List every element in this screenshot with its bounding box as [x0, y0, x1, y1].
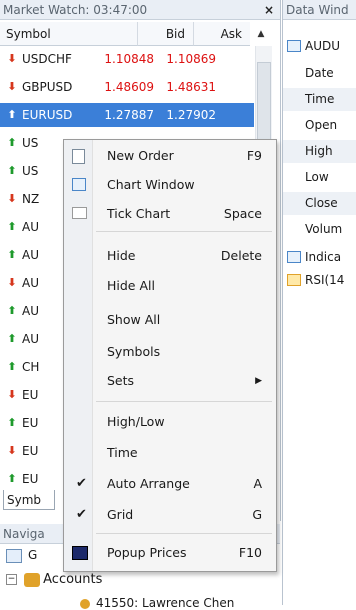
navigator-accounts[interactable]: − Accounts [6, 572, 102, 587]
menu-item-hide[interactable]: Hide Delete [64, 244, 276, 268]
row-symbol: US [22, 136, 39, 150]
menu-item-show-all[interactable]: Show All [64, 308, 276, 332]
data-window-row: Open [305, 118, 338, 132]
row-symbol: AU [22, 248, 39, 262]
indicator-icon [287, 274, 301, 286]
submenu-arrow-icon: ▶ [255, 376, 262, 386]
menu-item-hide-all[interactable]: Hide All [64, 274, 276, 298]
row-symbol: EU [22, 472, 39, 486]
account-item[interactable]: 41550: Lawrence Chen [80, 596, 234, 610]
menu-item-sets[interactable]: Sets ▶ [64, 369, 276, 393]
checkmark-icon: ✔ [76, 476, 87, 491]
menu-item-symbols[interactable]: Symbols [64, 340, 276, 364]
data-window-title: Data Wind [283, 0, 356, 20]
arrow-down-icon: ⬇ [7, 444, 17, 457]
arrow-up-icon: ⬆ [7, 248, 17, 261]
arrow-down-icon: ⬇ [7, 52, 17, 65]
row-ask: 1.48631 [166, 80, 216, 94]
menu-item-new-order[interactable]: New Order F9 [64, 144, 276, 168]
arrow-up-icon: ⬆ [7, 416, 17, 429]
row-ask: 1.27902 [166, 108, 216, 122]
row-symbol: AU [22, 276, 39, 290]
menu-item-popup-prices[interactable]: Popup Prices F10 [64, 541, 276, 565]
chart-icon [287, 40, 301, 52]
row-symbol: EURUSD [22, 108, 73, 122]
row-symbol: EU [22, 416, 39, 430]
data-window-row: Low [305, 170, 329, 184]
tab-symbols[interactable]: Symb [3, 490, 55, 510]
menu-item-auto-arrange[interactable]: ✔ Auto Arrange A [64, 472, 276, 496]
menu-separator [96, 231, 272, 232]
row-symbol: EU [22, 444, 39, 458]
chart-window-icon [72, 178, 86, 191]
arrow-up-icon: ⬆ [7, 220, 17, 233]
row-bid: 1.10848 [104, 52, 154, 66]
row-symbol: USDCHF [22, 52, 72, 66]
table-row[interactable]: ⬆ EURUSD 1.27887 1.27902 [0, 103, 254, 127]
arrow-down-icon: ⬇ [7, 192, 17, 205]
chart-icon [287, 251, 301, 263]
popup-prices-icon [72, 546, 88, 560]
account-user-icon [80, 598, 90, 609]
terminal-icon [6, 548, 22, 563]
row-bid: 1.48609 [104, 80, 154, 94]
row-bid: 1.27887 [104, 108, 154, 122]
data-window-row: Volum [305, 222, 343, 236]
market-watch-title: Market Watch: 03:47:00 [0, 0, 280, 20]
tree-expander-icon[interactable]: − [6, 574, 17, 585]
row-symbol: AU [22, 304, 39, 318]
data-window-indicators: Indica [283, 246, 356, 269]
row-symbol: AU [22, 220, 39, 234]
menu-item-grid[interactable]: ✔ Grid G [64, 503, 276, 527]
arrow-down-icon: ⬇ [7, 388, 17, 401]
row-ask: 1.10869 [166, 52, 216, 66]
column-header-ask[interactable]: Ask [194, 22, 250, 46]
row-symbol: NZ [22, 192, 40, 206]
arrow-down-icon: ⬇ [7, 80, 17, 93]
menu-item-time[interactable]: Time [64, 441, 276, 465]
menu-item-tick-chart[interactable]: Tick Chart Space [64, 202, 276, 226]
arrow-up-icon: ⬆ [7, 360, 17, 373]
column-header-bid[interactable]: Bid [138, 22, 194, 46]
row-symbol: EU [22, 388, 39, 402]
menu-separator [96, 533, 272, 534]
close-icon[interactable]: × [264, 0, 274, 20]
table-row[interactable]: ⬇ USDCHF 1.10848 1.10869 [0, 47, 254, 71]
tick-chart-icon [72, 207, 87, 219]
menu-separator [96, 401, 272, 402]
data-window-row: High [283, 140, 356, 163]
arrow-up-icon: ⬆ [7, 108, 17, 121]
checkmark-icon: ✔ [76, 507, 87, 522]
table-row[interactable]: ⬇ GBPUSD 1.48609 1.48631 [0, 75, 254, 99]
data-window-rsi: RSI(14 [283, 269, 356, 292]
data-window-symbol: AUDU [283, 35, 356, 58]
row-symbol: AU [22, 332, 39, 346]
navigator-item[interactable]: G [6, 548, 37, 563]
row-symbol: US [22, 164, 39, 178]
arrow-up-icon: ⬆ [7, 136, 17, 149]
data-window-row: Date [305, 66, 334, 80]
arrow-up-icon: ⬆ [7, 304, 17, 317]
column-header-symbol[interactable]: Symbol [0, 22, 138, 46]
new-order-icon [72, 149, 85, 164]
arrow-up-icon: ⬆ [7, 164, 17, 177]
menu-item-high-low[interactable]: High/Low [64, 410, 276, 434]
data-window-row: Close [283, 192, 356, 215]
arrow-up-icon: ⬆ [7, 472, 17, 485]
accounts-icon [24, 572, 41, 587]
scroll-up-arrow-icon[interactable]: ▲ [254, 26, 268, 42]
row-symbol: GBPUSD [22, 80, 73, 94]
row-symbol: CH [22, 360, 40, 374]
arrow-down-icon: ⬇ [7, 276, 17, 289]
menu-item-chart-window[interactable]: Chart Window [64, 173, 276, 197]
data-window-row: Time [283, 88, 356, 111]
arrow-up-icon: ⬆ [7, 332, 17, 345]
